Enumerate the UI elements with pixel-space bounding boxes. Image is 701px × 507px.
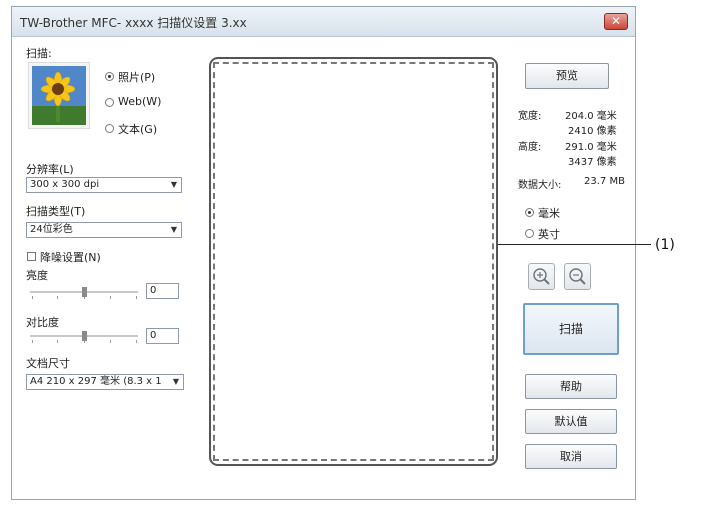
preview-area[interactable] (213, 62, 494, 461)
scan-type-label: 扫描类型(T) (26, 205, 86, 218)
slider-tick (32, 296, 33, 299)
data-size-label: 数据大小: (518, 180, 562, 191)
width-mm-value: 204.0 毫米 (565, 111, 617, 122)
height-px-value: 3437 像素 (568, 157, 617, 168)
resolution-value: 300 x 300 dpi (30, 179, 100, 190)
brightness-input[interactable]: 0 (146, 283, 179, 299)
unit-inch-radio[interactable] (525, 229, 534, 238)
slider-tick (136, 340, 137, 343)
chevron-down-icon: ▼ (170, 225, 177, 234)
width-px-value: 2410 像素 (568, 126, 617, 137)
brightness-label: 亮度 (26, 269, 48, 282)
noise-reduction-label[interactable]: 降噪设置(N) (40, 249, 101, 265)
document-size-value: A4 210 x 297 毫米 (8.3 x 1 (30, 376, 162, 387)
zoom-in-button[interactable] (528, 263, 555, 290)
resolution-select[interactable]: 300 x 300 dpi ▼ (26, 177, 182, 193)
unit-mm-label[interactable]: 毫米 (538, 205, 560, 221)
scan-photo-radio[interactable] (105, 72, 114, 81)
chevron-down-icon: ▼ (170, 180, 177, 189)
scan-text-label[interactable]: 文本(G) (118, 121, 157, 137)
scan-web-label[interactable]: Web(W) (118, 95, 161, 108)
brightness-slider-thumb[interactable] (82, 287, 87, 297)
unit-mm-radio[interactable] (525, 208, 534, 217)
zoom-out-icon (569, 268, 586, 285)
slider-tick (110, 296, 111, 299)
scan-label: 扫描: (26, 47, 52, 60)
scan-type-value: 24位彩色 (30, 224, 73, 235)
slider-tick (110, 340, 111, 343)
resolution-label: 分辨率(L) (26, 163, 74, 176)
noise-reduction-checkbox[interactable] (27, 252, 36, 261)
scan-photo-label[interactable]: 照片(P) (118, 69, 155, 85)
callout-label: (1) (655, 237, 675, 253)
default-button[interactable]: 默认值 (525, 409, 617, 434)
slider-tick (57, 340, 58, 343)
slider-tick (32, 340, 33, 343)
preview-button[interactable]: 预览 (525, 63, 609, 89)
width-label: 宽度: (518, 111, 542, 122)
scan-type-select[interactable]: 24位彩色 ▼ (26, 222, 182, 238)
chevron-down-icon: ▼ (172, 377, 179, 386)
document-size-label: 文档尺寸 (26, 357, 70, 370)
zoom-out-button[interactable] (564, 263, 591, 290)
contrast-input[interactable]: 0 (146, 328, 179, 344)
photo-sunflower-icon (27, 61, 91, 130)
window-title: TW-Brother MFC- xxxx 扫描仪设置 3.xx (20, 16, 247, 30)
help-button[interactable]: 帮助 (525, 374, 617, 399)
height-label: 高度: (518, 142, 542, 153)
slider-tick (136, 296, 137, 299)
scan-button[interactable]: 扫描 (523, 303, 619, 355)
data-size-value: 23.7 MB (584, 176, 625, 187)
unit-inch-label[interactable]: 英寸 (538, 226, 560, 242)
scan-text-radio[interactable] (105, 124, 114, 133)
scan-web-radio[interactable] (105, 98, 114, 107)
document-size-select[interactable]: A4 210 x 297 毫米 (8.3 x 1 ▼ (26, 374, 184, 390)
close-button[interactable]: ✕ (604, 13, 628, 30)
height-mm-value: 291.0 毫米 (565, 142, 617, 153)
cancel-button[interactable]: 取消 (525, 444, 617, 469)
callout-line (498, 244, 651, 245)
contrast-slider-thumb[interactable] (82, 331, 87, 341)
zoom-in-icon (533, 268, 550, 285)
contrast-label: 对比度 (26, 316, 59, 329)
slider-tick (57, 296, 58, 299)
